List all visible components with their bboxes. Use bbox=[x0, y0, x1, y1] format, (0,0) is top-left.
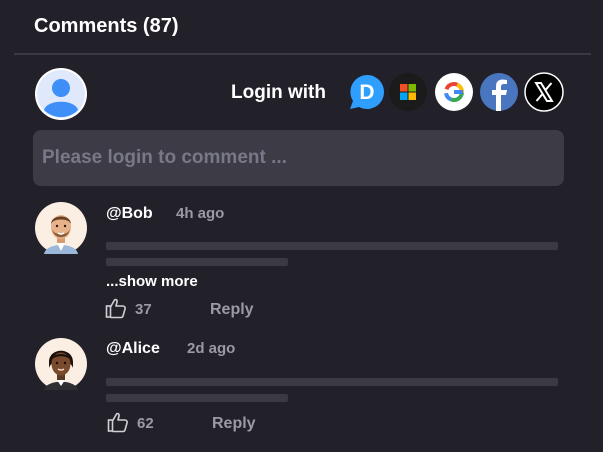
comment-text-placeholder bbox=[106, 394, 288, 402]
avatar-bob bbox=[35, 202, 87, 254]
comment-input[interactable]: Please login to comment ... bbox=[33, 130, 564, 186]
comments-header: Comments (87) bbox=[34, 15, 179, 37]
google-icon[interactable] bbox=[434, 72, 474, 112]
microsoft-icon[interactable] bbox=[388, 72, 428, 112]
reply-button[interactable]: Reply bbox=[212, 415, 256, 433]
comment-username[interactable]: @Bob bbox=[106, 205, 153, 223]
reply-button[interactable]: Reply bbox=[210, 301, 254, 319]
like-count: 37 bbox=[135, 301, 152, 318]
facebook-icon[interactable] bbox=[479, 72, 519, 112]
comment-text-placeholder bbox=[106, 378, 558, 386]
thumbs-up-icon[interactable] bbox=[107, 411, 129, 433]
comment-text-placeholder bbox=[106, 258, 288, 266]
comment-username[interactable]: @Alice bbox=[106, 340, 160, 358]
avatar-alice bbox=[35, 338, 87, 390]
comment-timestamp: 2d ago bbox=[187, 340, 236, 357]
show-more-link[interactable]: ...show more bbox=[106, 273, 198, 290]
x-icon[interactable] bbox=[524, 72, 564, 112]
disqus-icon[interactable]: D bbox=[347, 72, 387, 112]
like-count: 62 bbox=[137, 415, 154, 432]
thumbs-up-icon[interactable] bbox=[105, 297, 127, 319]
header-divider bbox=[14, 53, 591, 55]
comment-text-placeholder bbox=[106, 242, 558, 250]
user-avatar-icon bbox=[35, 68, 87, 120]
login-with-label: Login with bbox=[231, 82, 326, 103]
comment-timestamp: 4h ago bbox=[176, 205, 225, 222]
comments-panel: Comments (87) Login with D Please login … bbox=[0, 0, 603, 452]
svg-text:D: D bbox=[359, 81, 374, 104]
